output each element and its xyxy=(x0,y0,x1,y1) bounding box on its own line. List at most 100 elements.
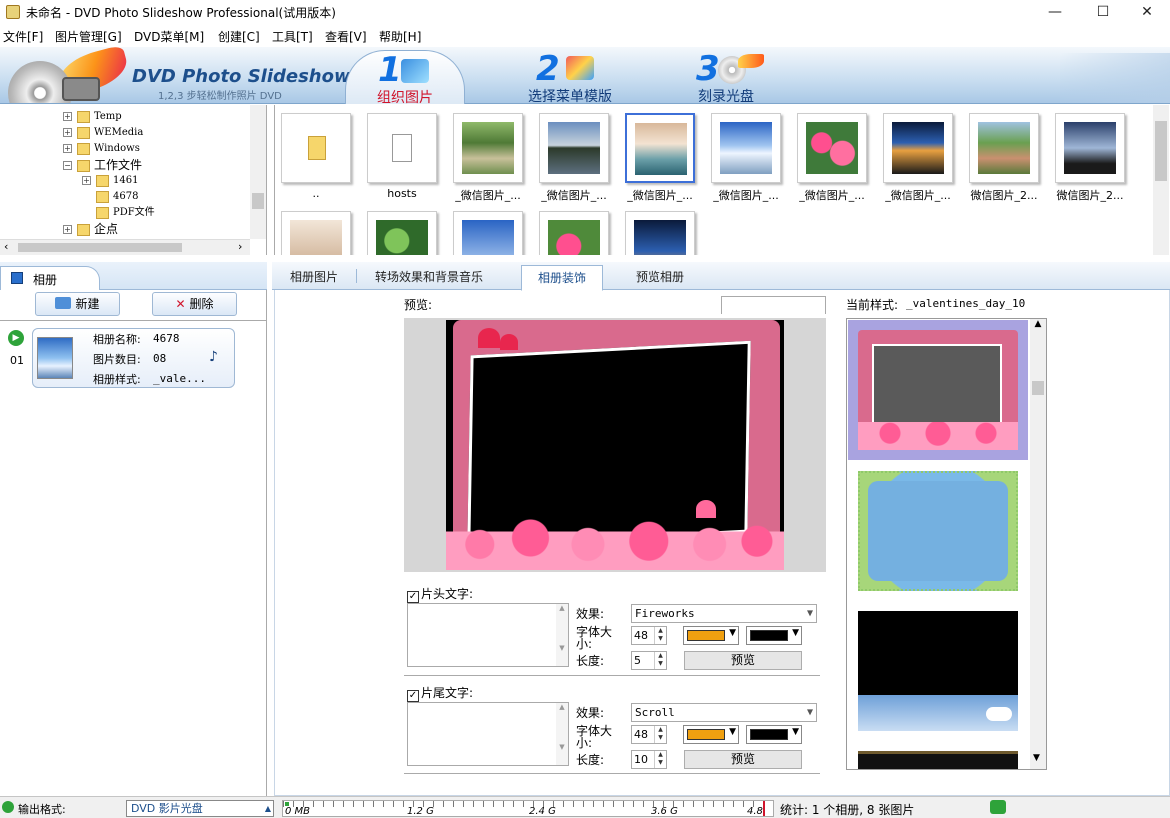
step-2-menu-template[interactable]: 2 选择菜单模版 xyxy=(528,49,628,105)
photo-thumbnail[interactable] xyxy=(539,113,609,183)
menu-help[interactable]: 帮助[H] xyxy=(379,28,421,45)
footer-text-checkbox[interactable]: ✓ 片尾文字: xyxy=(407,684,473,702)
collapse-icon[interactable]: − xyxy=(63,161,72,170)
expand-icon[interactable]: + xyxy=(63,144,72,153)
dropdown-arrow-icon: ▼ xyxy=(792,727,799,737)
photo-thumbnail[interactable] xyxy=(539,211,609,255)
output-format-select[interactable]: DVD 影片光盘 ▲ xyxy=(126,800,274,817)
menu-dvd-menu[interactable]: DVD菜单[M] xyxy=(134,28,204,45)
tab-album-photos[interactable]: 相册图片 xyxy=(290,268,338,285)
style-item-selected[interactable] xyxy=(848,320,1028,460)
tree-horizontal-scrollbar[interactable]: ‹ › xyxy=(0,239,250,255)
photo-thumbnail[interactable] xyxy=(281,211,351,255)
style-item-garden[interactable] xyxy=(858,471,1018,591)
scroll-thumb[interactable] xyxy=(18,243,182,252)
footer-text-input[interactable]: ▲ ▼ xyxy=(407,702,569,766)
header-length-spinner[interactable]: 5 ▲ ▼ xyxy=(631,651,667,670)
header-text-scrollbar[interactable]: ▲ ▼ xyxy=(556,604,568,666)
photo-thumbnail[interactable] xyxy=(453,113,523,183)
tab-album-decoration[interactable]: 相册装饰 xyxy=(521,265,604,291)
style-item-city[interactable] xyxy=(858,611,1018,731)
scroll-up-icon[interactable]: ▲ xyxy=(1030,319,1046,329)
footer-text-color-picker[interactable]: ▼ xyxy=(683,725,739,744)
photo-thumbnail[interactable] xyxy=(969,113,1039,183)
photo-thumbnail[interactable] xyxy=(797,113,867,183)
spinner-arrows-icon[interactable]: ▲ ▼ xyxy=(654,726,666,743)
tree-item[interactable]: + Temp xyxy=(63,109,122,125)
tree-item[interactable]: 4678 xyxy=(96,189,138,205)
footer-effect-select[interactable]: Scroll ▼ xyxy=(631,703,817,722)
header-preview-button[interactable]: 预览 xyxy=(684,651,802,670)
tree-item[interactable]: +1461 xyxy=(82,173,138,189)
album-card[interactable]: 相册名称: 4678 图片数目: 08 ♪ 相册样式: _vale... xyxy=(32,328,235,388)
footer-shadow-color-swatch xyxy=(750,729,788,740)
style-list-scrollbar[interactable]: ▲ ▼ xyxy=(1030,319,1046,769)
current-style-label: 当前样式: xyxy=(846,298,899,312)
photo-thumbnail[interactable] xyxy=(281,113,351,183)
menu-image-manage[interactable]: 图片管理[G] xyxy=(55,28,122,45)
scroll-thumb[interactable] xyxy=(1155,121,1167,181)
expand-icon[interactable]: + xyxy=(63,112,72,121)
checkbox-checked-icon[interactable]: ✓ xyxy=(407,591,419,603)
photo-browser-scrollbar[interactable] xyxy=(1153,105,1169,255)
tab-transitions-music[interactable]: 转场效果和背景音乐 xyxy=(375,268,483,285)
menu-tools[interactable]: 工具[T] xyxy=(272,28,313,45)
tab-album[interactable]: 相册 xyxy=(0,266,100,290)
photo-thumbnail[interactable] xyxy=(1055,113,1125,183)
header-size-spinner[interactable]: 48 ▲ ▼ xyxy=(631,626,667,645)
scroll-right-icon[interactable]: › xyxy=(238,240,242,253)
tree-item[interactable]: − 工作文件 xyxy=(63,157,142,173)
maximize-button[interactable]: ☐ xyxy=(1080,0,1126,25)
minimize-button[interactable]: — xyxy=(1032,0,1078,25)
photo-thumbnail[interactable] xyxy=(367,113,437,183)
tab-preview-album[interactable]: 预览相册 xyxy=(636,268,684,285)
header-shadow-color-picker[interactable]: ▼ xyxy=(746,626,802,645)
spinner-arrows-icon[interactable]: ▲ ▼ xyxy=(654,652,666,669)
menu-view[interactable]: 查看[V] xyxy=(325,28,367,45)
footer-shadow-color-picker[interactable]: ▼ xyxy=(746,725,802,744)
photo-thumbnail[interactable] xyxy=(625,211,695,255)
expand-icon[interactable]: + xyxy=(82,176,91,185)
tree-item-label: 企点 xyxy=(94,222,119,236)
footer-text-scrollbar[interactable]: ▲ ▼ xyxy=(556,703,568,765)
photo-thumbnail[interactable] xyxy=(883,113,953,183)
header-text-color-picker[interactable]: ▼ xyxy=(683,626,739,645)
step-2-number: 2 xyxy=(536,49,560,89)
spinner-arrows-icon[interactable]: ▲ ▼ xyxy=(654,751,666,768)
menu-create[interactable]: 创建[C] xyxy=(218,28,260,45)
footer-length-spinner[interactable]: 10 ▲ ▼ xyxy=(631,750,667,769)
tree-item[interactable]: + 企点 xyxy=(63,221,118,237)
scroll-thumb[interactable] xyxy=(1032,381,1044,395)
new-album-button[interactable]: 新建 xyxy=(35,292,120,316)
header-text-input[interactable]: ▲ ▼ xyxy=(407,603,569,667)
tree-item-label: 1461 xyxy=(113,175,139,186)
scroll-thumb[interactable] xyxy=(252,193,264,209)
photo-thumbnail[interactable] xyxy=(711,113,781,183)
photo-thumbnail[interactable] xyxy=(453,211,523,255)
step-3-burn-disc[interactable]: 3 刻录光盘 xyxy=(694,50,784,105)
tree-item[interactable]: + WEMedia xyxy=(63,125,143,141)
album-tab-bar: 相册图片 转场效果和背景音乐 相册装饰 预览相册 xyxy=(272,262,1170,291)
step-1-organize[interactable]: 1 组织图片 xyxy=(345,50,465,106)
play-album-icon[interactable]: ▶ xyxy=(8,330,24,346)
photo-thumbnail[interactable] xyxy=(367,211,437,255)
tree-item[interactable]: PDF文件 xyxy=(96,205,155,221)
style-item-next[interactable] xyxy=(858,751,1018,769)
header-text-checkbox[interactable]: ✓ 片头文字: xyxy=(407,585,473,603)
close-button[interactable]: ✕ xyxy=(1124,0,1170,25)
expand-icon[interactable]: + xyxy=(63,128,72,137)
footer-preview-button[interactable]: 预览 xyxy=(684,750,802,769)
delete-album-button[interactable]: ✕ 删除 xyxy=(152,292,237,316)
header-effect-select[interactable]: Fireworks ▼ xyxy=(631,604,817,623)
tree-item[interactable]: + Windows xyxy=(63,141,140,157)
style-thumb-valentines xyxy=(858,330,1018,450)
menu-file[interactable]: 文件[F] xyxy=(3,28,43,45)
scroll-left-icon[interactable]: ‹ xyxy=(4,240,8,253)
tree-vertical-scrollbar[interactable] xyxy=(250,105,266,239)
scroll-down-icon[interactable]: ▼ xyxy=(1033,753,1040,763)
spinner-arrows-icon[interactable]: ▲ ▼ xyxy=(654,627,666,644)
expand-icon[interactable]: + xyxy=(63,225,72,234)
checkbox-checked-icon[interactable]: ✓ xyxy=(407,690,419,702)
footer-size-spinner[interactable]: 48 ▲ ▼ xyxy=(631,725,667,744)
photo-thumbnail[interactable] xyxy=(625,113,695,183)
